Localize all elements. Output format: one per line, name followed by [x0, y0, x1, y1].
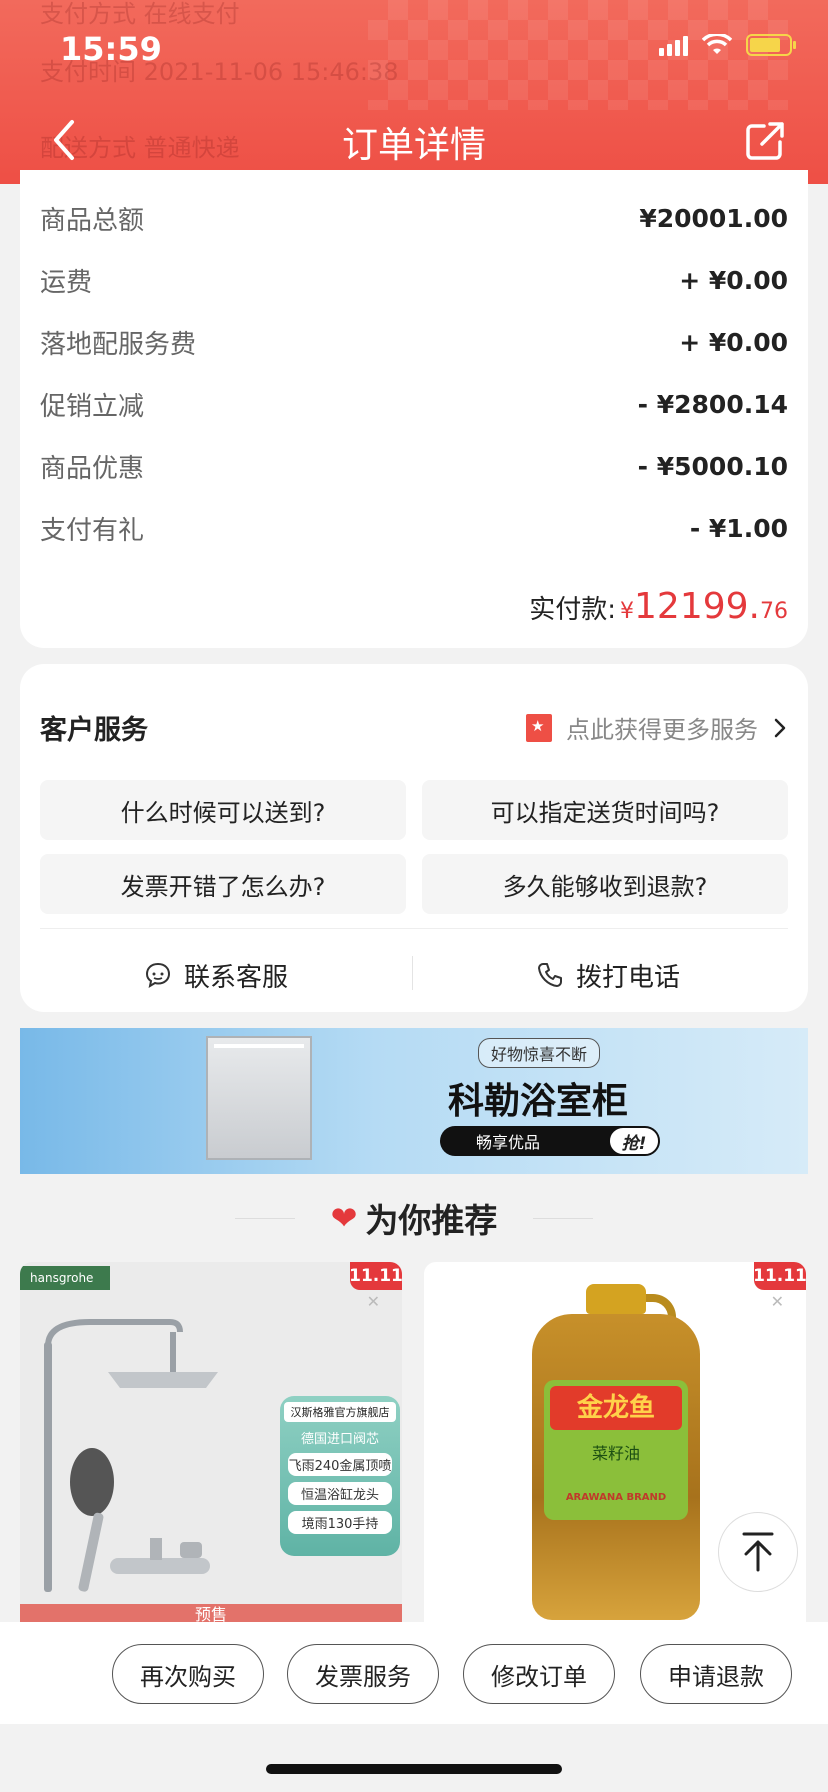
- contact-service-button[interactable]: 联系客服: [144, 950, 288, 1000]
- faq-button[interactable]: 发票开错了怎么办?: [40, 854, 406, 914]
- price-value: - ¥5000.10: [637, 451, 788, 481]
- faq-button[interactable]: 可以指定送货时间吗?: [422, 780, 788, 840]
- total-integer: 12199.: [634, 586, 760, 627]
- modify-order-button[interactable]: 修改订单: [463, 1644, 615, 1704]
- request-refund-button[interactable]: 申请退款: [640, 1644, 792, 1704]
- store-panel: 汉斯格雅官方旗舰店 德国进口阀芯 飞雨240金属顶喷 恒温浴缸龙头 境雨130手…: [280, 1396, 400, 1556]
- price-row: 商品优惠 - ¥5000.10: [40, 446, 788, 486]
- price-label: 促销立减: [40, 391, 145, 422]
- phone-icon: [538, 963, 562, 987]
- shower-image: [44, 1319, 218, 1592]
- chevron-right-icon: [774, 718, 786, 737]
- battery-icon: [746, 34, 796, 56]
- signal-icon: [659, 34, 688, 56]
- divider: [40, 928, 788, 929]
- share-icon[interactable]: [742, 118, 788, 164]
- faq-button[interactable]: 什么时候可以送到?: [40, 780, 406, 840]
- service-title: 客户服务: [40, 715, 148, 746]
- product-sub: 菜籽油: [591, 1444, 640, 1463]
- price-row: 运费 + ¥0.00: [40, 260, 788, 300]
- banner-badge: 好物惊喜不断: [478, 1038, 601, 1068]
- call-phone-label: 拨打电话: [576, 962, 681, 993]
- home-indicator: [266, 1764, 562, 1774]
- price-row: 促销立减 - ¥2800.14: [40, 384, 788, 424]
- recommend-title: 为你推荐: [365, 1201, 498, 1240]
- more-services-label: 点此获得更多服务: [566, 716, 758, 744]
- price-value: + ¥0.00: [679, 265, 788, 295]
- store-line: 德国进口阀芯: [300, 1432, 379, 1447]
- ghost-row: 支付方式 在线支付: [40, 0, 240, 28]
- divider: [533, 1217, 594, 1219]
- close-icon[interactable]: ✕: [367, 1292, 380, 1311]
- price-label: 落地配服务费: [40, 329, 197, 360]
- total-decimal: 76: [760, 599, 788, 624]
- feature-chip: 飞雨240金属顶喷: [288, 1453, 392, 1476]
- chat-icon: [145, 962, 171, 989]
- star-ribbon-icon: [526, 713, 552, 742]
- price-card: 商品总额 ¥20001.00 运费 + ¥0.00 落地配服务费 + ¥0.00 促销…: [20, 170, 808, 648]
- double-eleven-tag: 11.11: [349, 1262, 402, 1290]
- price-label: 运费: [40, 267, 93, 298]
- customer-service-card: 客户服务 点此获得更多服务 什么时候可以送到? 可以指定送货时间吗? 发票开错了…: [20, 664, 808, 1012]
- price-value: + ¥0.00: [679, 327, 788, 357]
- total-paid: 实付款: ¥ 12199. 76: [529, 586, 788, 627]
- price-value: - ¥1.00: [689, 513, 788, 543]
- close-icon[interactable]: ✕: [771, 1292, 784, 1311]
- price-row: 落地配服务费 + ¥0.00: [40, 322, 788, 362]
- price-row: 商品总额 ¥20001.00: [40, 198, 788, 238]
- presale-strip: 预售: [20, 1604, 402, 1622]
- feature-chip: 境雨130手持: [288, 1511, 392, 1534]
- bottom-action-bar: 再次购买 发票服务 修改订单 申请退款: [0, 1622, 828, 1724]
- header: 支付方式 在线支付 支付时间 2021-11-06 15:46:38 配送方式 …: [0, 0, 828, 184]
- divider: [412, 956, 413, 990]
- call-phone-button[interactable]: 拨打电话: [536, 950, 680, 1000]
- price-label: 商品总额: [40, 205, 145, 236]
- price-label: 支付有礼: [40, 515, 145, 546]
- cabinet-image: [206, 1036, 312, 1160]
- back-to-top-button[interactable]: [718, 1512, 798, 1592]
- heart-icon: ❤: [330, 1199, 358, 1237]
- invoice-service-button[interactable]: 发票服务: [287, 1644, 439, 1704]
- total-label: 实付款:: [529, 595, 617, 625]
- banner-title: 科勒浴室柜: [448, 1081, 629, 1122]
- oil-bottle-image: 金龙鱼 菜籽油 ARAWANA BRAND: [532, 1284, 700, 1620]
- arrow-up-icon: [742, 1532, 774, 1572]
- page-title: 订单详情: [341, 125, 486, 166]
- product-brand-en: ARAWANA BRAND: [565, 1492, 667, 1503]
- wifi-icon: [702, 34, 732, 54]
- contact-service-label: 联系客服: [184, 962, 289, 993]
- price-label: 商品优惠: [40, 453, 145, 484]
- status-time: 15:59: [60, 30, 162, 68]
- price-value: - ¥2800.14: [637, 389, 788, 419]
- more-services-link[interactable]: 点此获得更多服务: [526, 710, 788, 745]
- price-value: ¥20001.00: [639, 203, 788, 233]
- buy-again-button[interactable]: 再次购买: [112, 1644, 264, 1704]
- store-name: 汉斯格雅官方旗舰店: [284, 1402, 396, 1422]
- recommend-header: ❤ 为你推荐: [0, 1174, 828, 1262]
- status-icons: [659, 34, 796, 56]
- double-eleven-tag: 11.11: [753, 1262, 806, 1290]
- total-currency: ¥: [620, 599, 635, 624]
- feature-chip: 恒温浴缸龙头: [288, 1482, 392, 1505]
- divider: [234, 1217, 295, 1219]
- product-card[interactable]: hansgrohe 汉斯格雅官方旗舰店 德国进口阀芯 飞雨240金属顶喷 恒温浴…: [20, 1262, 402, 1622]
- brand-logo: hansgrohe: [20, 1266, 110, 1290]
- product-brand: 金龙鱼: [550, 1386, 682, 1430]
- banner-grab-button[interactable]: 抢!: [608, 1126, 660, 1156]
- price-row: 支付有礼 - ¥1.00: [40, 508, 788, 548]
- promo-banner[interactable]: 好物惊喜不断 科勒浴室柜 畅享优品 抢!: [20, 1028, 808, 1174]
- faq-button[interactable]: 多久能够收到退款?: [422, 854, 788, 914]
